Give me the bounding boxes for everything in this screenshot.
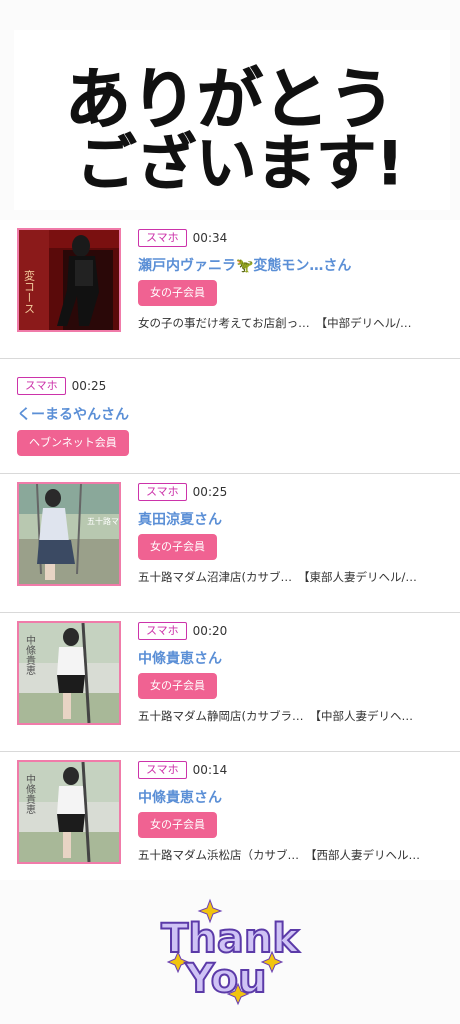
- member-badge: ヘブンネット会員: [17, 430, 129, 456]
- thank-you-art: Thank You: [160, 898, 301, 1006]
- girl-thumbnail[interactable]: 五十路マダム: [17, 482, 121, 586]
- list-item[interactable]: 中條貴恵 スマホ 00:14 中條貴恵さん 女の子会員 五十路マダム浜松店（カサ…: [0, 752, 460, 891]
- shop-info[interactable]: 女の子の事だけ考えてお店創っ… 【中部デリヘル/…: [138, 315, 448, 331]
- svg-text:中條貴恵: 中條貴恵: [24, 773, 36, 814]
- list-item[interactable]: 変コース スマホ 00:34 瀬戸内ヴァニラ🦖変態モン…さん 女の子会員 女の子…: [0, 220, 460, 359]
- svg-text:五十路マダム: 五十路マダム: [87, 516, 119, 526]
- girl-thumbnail[interactable]: 中條貴恵: [17, 760, 121, 864]
- shop-area[interactable]: 【西部人妻デリヘル…: [305, 848, 420, 862]
- girl-thumbnail[interactable]: 中條貴恵: [17, 621, 121, 725]
- visitor-name-link[interactable]: 中條貴恵さん: [138, 648, 222, 668]
- header-line1: ありがとう: [65, 61, 395, 138]
- footprint-feed: 変コース スマホ 00:34 瀬戸内ヴァニラ🦖変態モン…さん 女の子会員 女の子…: [0, 220, 460, 891]
- girl-thumbnail[interactable]: 変コース: [17, 228, 121, 332]
- shop-info[interactable]: 五十路マダム沼津店(カサブ… 【東部人妻デリヘル/…: [138, 569, 448, 585]
- visit-time: 00:20: [192, 624, 228, 638]
- svg-text:変コース: 変コース: [23, 269, 36, 314]
- thank-you-footer-banner: Thank You: [0, 880, 460, 1024]
- member-badge: 女の子会員: [138, 812, 217, 838]
- svg-text:中條貴恵: 中條貴恵: [24, 634, 36, 675]
- shop-name[interactable]: 五十路マダム浜松店（カサブ…: [138, 848, 299, 862]
- visit-time: 00:14: [192, 763, 228, 777]
- list-item[interactable]: 五十路マダム スマホ 00:25 真田涼夏さん 女の子会員 五十路マダム沼津店(…: [0, 474, 460, 613]
- shop-name[interactable]: 女の子の事だけ考えてお店創っ…: [138, 316, 310, 330]
- list-item[interactable]: スマホ 00:25 くーまるやんさん ヘブンネット会員: [0, 359, 460, 474]
- visitor-name-link[interactable]: 瀬戸内ヴァニラ🦖変態モン…さん: [138, 255, 351, 275]
- thanks-header-art: ありがとう ございます!: [65, 61, 405, 200]
- shop-area[interactable]: 【中部人妻デリヘ…: [310, 709, 414, 723]
- visit-time: 00:25: [71, 379, 107, 393]
- shop-area[interactable]: 【中部デリヘル/…: [316, 316, 412, 330]
- device-tag: スマホ: [138, 229, 187, 247]
- visit-time: 00:25: [192, 485, 228, 499]
- header-line2: ございます!: [76, 129, 403, 199]
- list-item[interactable]: 中條貴恵 スマホ 00:20 中條貴恵さん 女の子会員 五十路マダム静岡店(カサ…: [0, 613, 460, 752]
- shop-area[interactable]: 【東部人妻デリヘル/…: [298, 570, 417, 584]
- shop-name[interactable]: 五十路マダム静岡店(カサブラ…: [138, 709, 304, 723]
- device-tag: スマホ: [138, 622, 187, 640]
- you-text: You: [184, 956, 266, 1002]
- shop-info[interactable]: 五十路マダム静岡店(カサブラ… 【中部人妻デリヘ…: [138, 708, 448, 724]
- thanks-header-banner: ありがとう ございます!: [0, 0, 460, 220]
- visitor-name-link[interactable]: 中條貴恵さん: [138, 787, 222, 807]
- visitor-name-link[interactable]: くーまるやんさん: [17, 404, 129, 424]
- device-tag: スマホ: [138, 761, 187, 779]
- member-badge: 女の子会員: [138, 673, 217, 699]
- visit-time: 00:34: [192, 231, 228, 245]
- device-tag: スマホ: [17, 377, 66, 395]
- shop-info[interactable]: 五十路マダム浜松店（カサブ… 【西部人妻デリヘル…: [138, 847, 448, 863]
- member-badge: 女の子会員: [138, 280, 217, 306]
- device-tag: スマホ: [138, 483, 187, 501]
- shop-name[interactable]: 五十路マダム沼津店(カサブ…: [138, 570, 292, 584]
- member-badge: 女の子会員: [138, 534, 217, 560]
- visitor-name-link[interactable]: 真田涼夏さん: [138, 509, 222, 529]
